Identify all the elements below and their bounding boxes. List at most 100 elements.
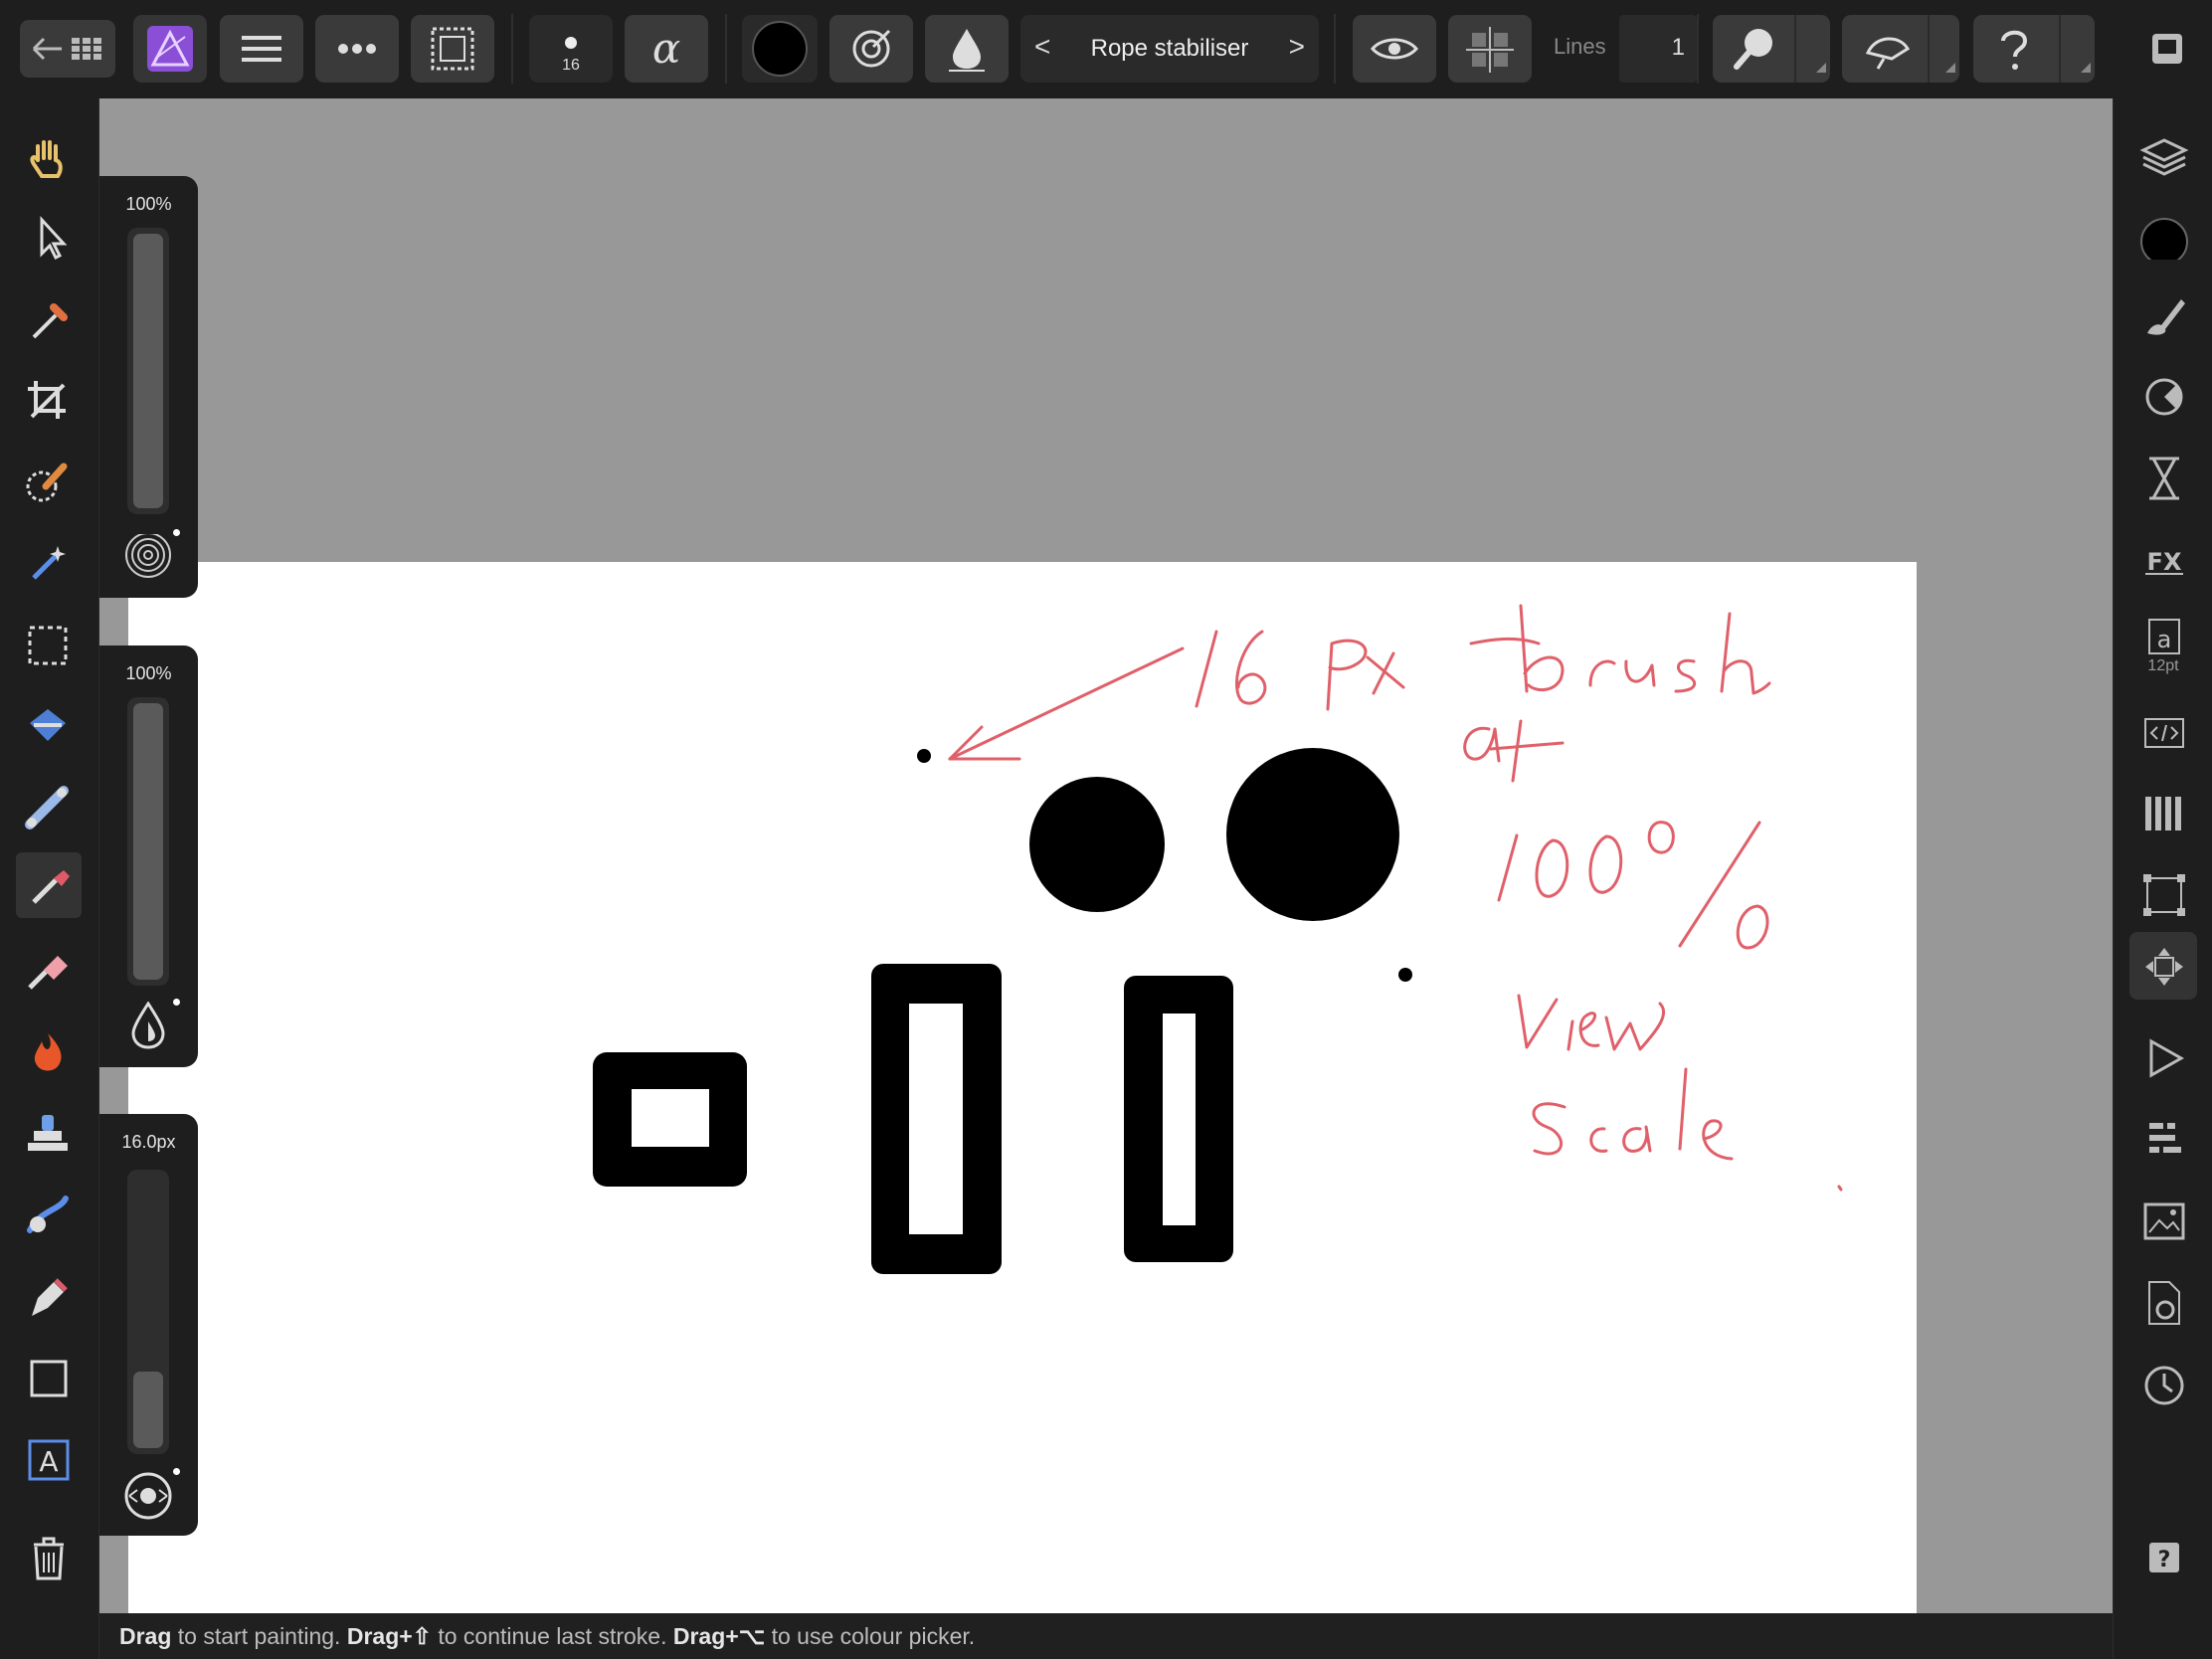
- width-panel: 16.0px: [99, 1114, 198, 1536]
- lines-value-field[interactable]: 1: [1619, 15, 1697, 83]
- hand-tool[interactable]: [0, 120, 98, 192]
- svg-text:a: a: [2157, 626, 2172, 653]
- lines-label: Lines: [1554, 34, 1606, 59]
- rectangle-icon: [30, 1360, 68, 1397]
- gradient-icon: [25, 786, 69, 830]
- status-drag-2: Drag+⇧: [346, 1623, 432, 1649]
- rectangle-tool[interactable]: [0, 1342, 98, 1413]
- play-icon: [2149, 1038, 2185, 1078]
- zoom-button[interactable]: [1713, 15, 1830, 83]
- text-tool[interactable]: A: [0, 1423, 98, 1495]
- marquee-tool[interactable]: [0, 608, 98, 679]
- document-settings-button[interactable]: [2114, 1266, 2212, 1338]
- status-text-1: to start painting.: [171, 1623, 347, 1649]
- flood-select-tool[interactable]: [0, 526, 98, 598]
- app-logo-button[interactable]: [133, 15, 207, 83]
- pressure-button[interactable]: [1842, 15, 1959, 83]
- erase-brush-tool[interactable]: [0, 934, 98, 1006]
- selection-brush-tool[interactable]: [0, 445, 98, 516]
- brush-size-button[interactable]: 16: [529, 15, 613, 83]
- delete-button[interactable]: [0, 1521, 98, 1592]
- smudge-icon: [27, 1196, 69, 1233]
- navigator-button[interactable]: [2129, 932, 2197, 1000]
- stabiliser-name: Rope stabiliser: [1090, 35, 1249, 62]
- stabiliser-button[interactable]: [830, 15, 913, 83]
- brushes-panel-button[interactable]: [2114, 277, 2212, 349]
- brush-size-label: 16: [562, 57, 580, 74]
- clone-icon: [28, 1115, 68, 1151]
- back-to-documents-button[interactable]: [20, 20, 115, 78]
- smudge-tool[interactable]: [0, 1179, 98, 1250]
- flood-fill-icon: [30, 709, 66, 741]
- menu-button[interactable]: [220, 15, 303, 83]
- crop-icon: [28, 381, 66, 419]
- stock-button[interactable]: [2114, 441, 2212, 512]
- stabiliser-next-button[interactable]: >: [1289, 31, 1305, 63]
- channels-icon: [2145, 797, 2181, 830]
- panel-toggle-button[interactable]: [2138, 20, 2194, 78]
- opacity-slider[interactable]: [127, 228, 169, 514]
- effects-button[interactable]: FX: [2114, 522, 2212, 594]
- opacity-panel: 100%: [99, 176, 198, 598]
- width-slider[interactable]: [127, 1170, 169, 1454]
- colour-picker-icon: [32, 303, 68, 339]
- drop-icon: [949, 29, 985, 72]
- marquee-icon: [28, 626, 68, 665]
- paint-brush-tool[interactable]: [16, 852, 82, 918]
- pen-icon: [32, 1278, 68, 1316]
- magnifier-icon: [1734, 15, 1826, 83]
- width-value: 16.0px: [121, 1132, 176, 1152]
- hamburger-icon: [242, 36, 281, 62]
- symmetry-button[interactable]: [1448, 15, 1532, 83]
- pressure-eye-icon: [124, 1472, 172, 1520]
- clone-tool[interactable]: [0, 1097, 98, 1169]
- colour-button[interactable]: [742, 15, 818, 83]
- stabiliser-prev-button[interactable]: <: [1034, 31, 1050, 63]
- layers-button[interactable]: [2114, 118, 2212, 190]
- view-toggle-button[interactable]: [1353, 15, 1436, 83]
- gradient-tool[interactable]: [0, 771, 98, 842]
- status-drag-3: Drag+⌥: [672, 1623, 766, 1649]
- stabiliser-selector[interactable]: < Rope stabiliser >: [1020, 15, 1319, 83]
- macros-button[interactable]: [2114, 1021, 2212, 1093]
- pen-tool[interactable]: [0, 1260, 98, 1332]
- text-styles-button[interactable]: a 12pt: [2114, 604, 2212, 683]
- delete-icon: [34, 1537, 64, 1580]
- colour-icon: [2140, 218, 2188, 260]
- flood-fill-tool[interactable]: [0, 689, 98, 761]
- opacity-fill: [133, 234, 163, 508]
- assistant-button[interactable]: [1973, 15, 2095, 83]
- histogram-button[interactable]: [2114, 1103, 2212, 1175]
- more-button[interactable]: [315, 15, 399, 83]
- pressure-icon: [1865, 15, 1955, 83]
- dodge-burn-tool[interactable]: [0, 1015, 98, 1087]
- brushes-icon: [2147, 299, 2185, 335]
- svg-text:A: A: [39, 1445, 58, 1478]
- selection-button[interactable]: [411, 15, 494, 83]
- document-page[interactable]: [128, 562, 1917, 1613]
- code-button[interactable]: [2114, 695, 2212, 767]
- adjustments-button[interactable]: [2114, 359, 2212, 431]
- text-icon: A: [28, 1439, 70, 1481]
- flow-panel: 100%: [99, 645, 198, 1067]
- channels-button[interactable]: [2114, 777, 2212, 848]
- history-button[interactable]: [2114, 1348, 2212, 1419]
- help-button[interactable]: ?: [2114, 1521, 2212, 1592]
- flow-drop-icon: [131, 1002, 165, 1049]
- flow-slider[interactable]: [127, 697, 169, 986]
- library-button[interactable]: [2114, 1185, 2212, 1256]
- selection-brush-icon: [26, 462, 68, 502]
- dodge-burn-icon: [34, 1033, 62, 1071]
- move-tool[interactable]: [0, 200, 98, 272]
- opacity-button[interactable]: α: [625, 15, 708, 83]
- assistant-icon: [2001, 15, 2091, 83]
- svg-text:FX: FX: [2147, 548, 2182, 576]
- colour-panel-button[interactable]: [2114, 198, 2212, 270]
- transform-button[interactable]: [2114, 858, 2212, 930]
- wet-edges-button[interactable]: [925, 15, 1009, 83]
- circle-shape: [1226, 748, 1399, 921]
- crop-tool[interactable]: [0, 363, 98, 435]
- hand-icon: [30, 140, 63, 178]
- colour-picker-tool[interactable]: [0, 281, 98, 353]
- text-styles-icon: a: [2148, 619, 2180, 654]
